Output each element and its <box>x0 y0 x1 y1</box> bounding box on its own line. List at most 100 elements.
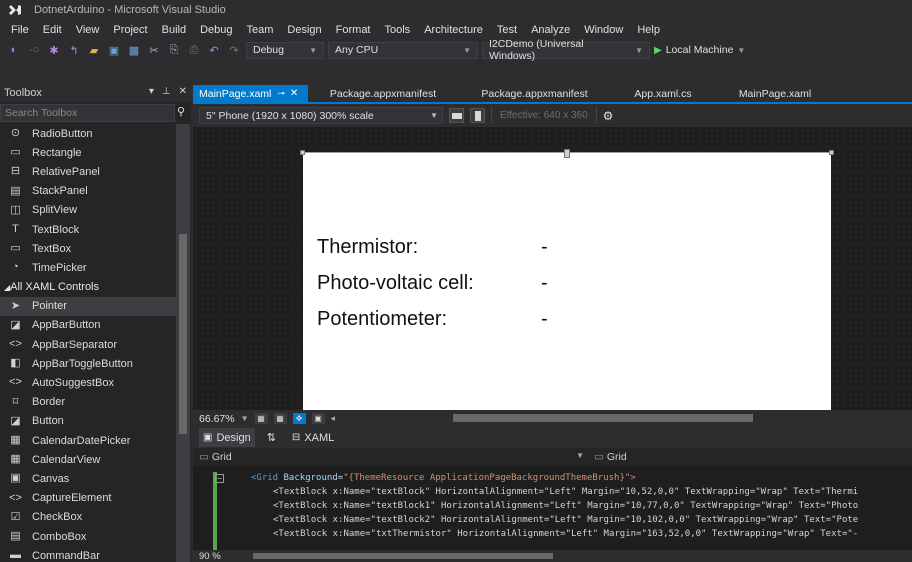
run-button[interactable]: ▶ Local Machine ▼ <box>654 44 745 56</box>
potentiometer-value[interactable]: - <box>541 308 548 331</box>
toolbox-item-rectangle[interactable]: ▭ Rectangle <box>0 143 176 162</box>
undo-icon[interactable]: ↶ <box>206 43 222 57</box>
photovoltaic-value[interactable]: - <box>541 272 548 295</box>
code-line-2[interactable]: <TextBlock x:Name="textBlock" Horizontal… <box>273 487 858 497</box>
save-icon[interactable]: ▣ <box>106 43 122 57</box>
menu-item-format[interactable]: Format <box>329 24 378 36</box>
tab-document[interactable]: MainPage.xaml <box>715 85 835 102</box>
toolbox-item-checkbox[interactable]: ☑ CheckBox <box>0 508 176 527</box>
snap-grid-icon[interactable]: ▦ <box>273 413 287 424</box>
forward-icon[interactable]: ·○ <box>26 43 42 57</box>
toolbox-item-calendarview[interactable]: ▦ CalendarView <box>0 450 176 469</box>
photovoltaic-label[interactable]: Photo-voltaic cell: <box>317 272 474 295</box>
menu-item-design[interactable]: Design <box>280 24 328 36</box>
menu-item-view[interactable]: View <box>69 24 107 36</box>
tab-document[interactable]: App.xaml.cs <box>611 85 715 102</box>
device-dropdown[interactable]: 5" Phone (1920 x 1080) 300% scale ▼ <box>199 107 443 124</box>
tab-document[interactable]: MainPage.xaml ⊸ ✕ <box>193 85 308 102</box>
toolbox-item-captureelement[interactable]: <> CaptureElement <box>0 489 176 508</box>
back-icon[interactable]: ◐ <box>6 43 22 57</box>
right-element-selector[interactable]: ▭ Grid <box>590 451 627 463</box>
paste-icon[interactable]: ⎙ <box>186 43 202 57</box>
collapse-icon[interactable]: − <box>215 474 224 483</box>
save-all-icon[interactable]: ▩ <box>126 43 142 57</box>
toolbox-group-all-xaml-controls[interactable]: ◢ All XAML Controls <box>0 278 176 297</box>
left-element-selector[interactable]: ▭ Grid ▼ <box>193 451 590 463</box>
close-icon[interactable]: ✕ <box>179 86 187 97</box>
scrollbar-thumb[interactable] <box>179 234 187 434</box>
menu-item-file[interactable]: File <box>4 24 36 36</box>
code-line-3[interactable]: <TextBlock x:Name="textBlock1" Horizonta… <box>273 501 858 511</box>
landscape-button[interactable] <box>449 108 464 123</box>
toolbox-item-textblock[interactable]: T TextBlock <box>0 220 176 239</box>
tab-xaml[interactable]: ⊟ XAML <box>288 428 338 447</box>
thermistor-value[interactable]: - <box>541 236 548 259</box>
code-line-1[interactable]: <Grid Background="{ThemeResource Applica… <box>251 473 636 483</box>
swap-panes-icon[interactable]: ⇅ <box>267 431 276 444</box>
toolbox-item-pointer[interactable]: ➤ Pointer <box>0 296 176 316</box>
new-project-icon[interactable]: ✱ <box>46 43 62 57</box>
toolbox-search-input[interactable]: Search Toolbox <box>0 104 175 122</box>
menu-item-team[interactable]: Team <box>240 24 281 36</box>
startup-project-dropdown[interactable]: I2CDemo (Universal Windows) ▼ <box>482 38 650 62</box>
portrait-button[interactable] <box>470 108 485 123</box>
configuration-dropdown[interactable]: Debug ▼ <box>246 41 324 59</box>
redo-icon[interactable]: ↷ <box>226 43 242 57</box>
add-item-icon[interactable]: ↰ <box>66 43 82 57</box>
menu-item-window[interactable]: Window <box>577 24 630 36</box>
platform-dropdown[interactable]: Any CPU ▼ <box>328 41 478 59</box>
editor-zoom[interactable]: 90 % <box>199 551 221 562</box>
toolbox-item-canvas[interactable]: ▣ Canvas <box>0 469 176 488</box>
potentiometer-label[interactable]: Potentiometer: <box>317 308 447 331</box>
toolbox-item-radiobutton[interactable]: ⊙ RadioButton <box>0 124 176 143</box>
toolbox-item-textbox[interactable]: ▭ TextBox <box>0 239 176 258</box>
zoom-level[interactable]: 66.67% <box>199 413 235 425</box>
dropdown-icon[interactable]: ▾ <box>149 86 154 97</box>
search-icon[interactable]: ⚲ <box>177 105 185 118</box>
phone-page-preview[interactable]: Thermistor: - Photo-voltaic cell: - Pote… <box>300 149 834 412</box>
gear-icon[interactable]: ⚙ <box>603 109 614 123</box>
menu-item-help[interactable]: Help <box>630 24 667 36</box>
resize-handle[interactable] <box>564 149 570 158</box>
toolbox-item-autosuggestbox[interactable]: <> AutoSuggestBox <box>0 373 176 392</box>
design-surface[interactable]: Thermistor: - Photo-voltaic cell: - Pote… <box>193 127 912 412</box>
toolbox-item-border[interactable]: ⌑ Border <box>0 393 176 412</box>
editor-horizontal-scrollbar[interactable] <box>253 553 553 559</box>
toolbox-item-calendardatepicker[interactable]: ▦ CalendarDatePicker <box>0 431 176 450</box>
toolbox-item-button[interactable]: ◪ Button <box>0 412 176 431</box>
code-line-4[interactable]: <TextBlock x:Name="textBlock2" Horizonta… <box>273 515 858 525</box>
code-line-5[interactable]: <TextBlock x:Name="txtThermistor" Horizo… <box>273 529 858 539</box>
menu-item-debug[interactable]: Debug <box>193 24 239 36</box>
close-icon[interactable]: ✕ <box>290 88 298 99</box>
menu-item-test[interactable]: Test <box>490 24 524 36</box>
open-icon[interactable]: ▰ <box>86 43 102 57</box>
tab-document[interactable]: Package.appxmanifest <box>308 85 458 102</box>
snap-lines-icon[interactable]: ✥ <box>292 413 306 424</box>
toolbox-item-commandbar[interactable]: ▬ CommandBar <box>0 546 176 562</box>
toolbox-item-combobox[interactable]: ▤ ComboBox <box>0 527 176 546</box>
resize-handle[interactable] <box>829 150 834 155</box>
toolbox-item-appbarbutton[interactable]: ◪ AppBarButton <box>0 316 176 335</box>
copy-icon[interactable]: ⎘ <box>166 43 182 57</box>
thermistor-label[interactable]: Thermistor: <box>317 236 418 259</box>
menu-item-tools[interactable]: Tools <box>378 24 418 36</box>
menu-item-architecture[interactable]: Architecture <box>417 24 490 36</box>
xaml-editor[interactable]: − <Grid Background="{ThemeResource Appli… <box>193 466 912 550</box>
toolbox-item-splitview[interactable]: ◫ SplitView <box>0 201 176 220</box>
menu-item-build[interactable]: Build <box>155 24 193 36</box>
scroll-left-icon[interactable]: ◂ <box>331 413 336 424</box>
tab-design[interactable]: ▣ Design <box>199 428 255 447</box>
menu-item-analyze[interactable]: Analyze <box>524 24 577 36</box>
tab-document[interactable]: Package.appxmanifest <box>458 85 611 102</box>
toolbox-scrollbar[interactable] <box>176 124 190 562</box>
grid-icon[interactable]: ▦ <box>254 413 268 424</box>
chevron-down-icon[interactable]: ▼ <box>241 414 249 423</box>
cut-icon[interactable]: ✂ <box>146 43 162 57</box>
horizontal-scrollbar[interactable] <box>453 414 753 422</box>
menu-item-project[interactable]: Project <box>106 24 154 36</box>
menu-item-edit[interactable]: Edit <box>36 24 69 36</box>
toolbox-item-appbartogglebutton[interactable]: ◧ AppBarToggleButton <box>0 354 176 373</box>
toolbox-item-appbarseparator[interactable]: <> AppBarSeparator <box>0 335 176 354</box>
toolbox-item-timepicker[interactable]: ◔ TimePicker <box>0 258 176 277</box>
pin-icon[interactable]: ⊥ <box>162 86 171 97</box>
